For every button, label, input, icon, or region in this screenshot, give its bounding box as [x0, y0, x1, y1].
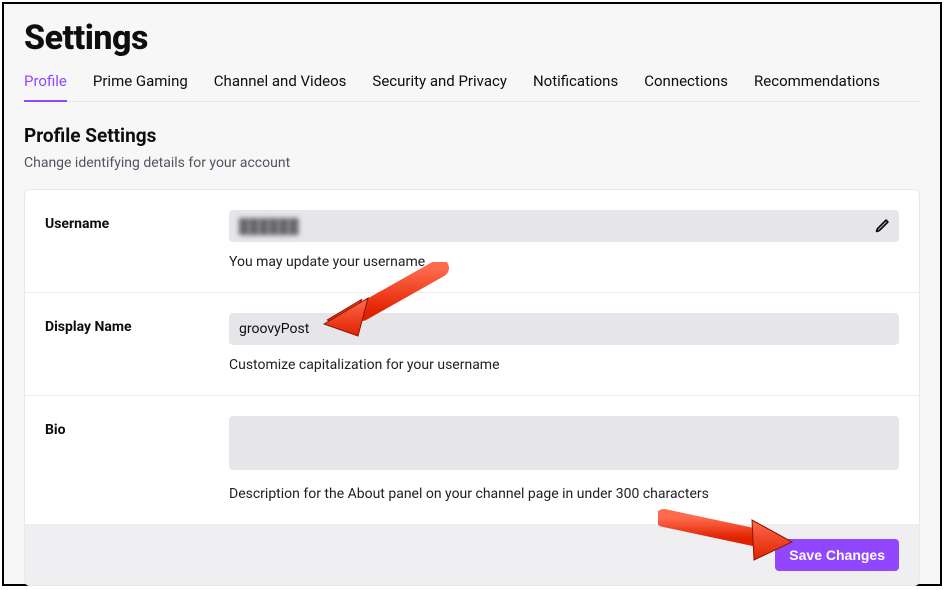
page-title: Settings: [24, 8, 920, 72]
settings-tabs: Profile Prime Gaming Channel and Videos …: [24, 72, 920, 102]
bio-input[interactable]: [229, 416, 899, 470]
label-username: Username: [45, 210, 229, 270]
display-name-input[interactable]: [229, 313, 899, 345]
section-heading: Profile Settings: [24, 124, 920, 147]
section-subtitle: Change identifying details for your acco…: [24, 155, 920, 171]
row-username: Username ██████ You may update your user…: [25, 190, 919, 293]
tab-notifications[interactable]: Notifications: [533, 72, 618, 101]
tab-profile[interactable]: Profile: [24, 72, 67, 102]
tab-prime-gaming[interactable]: Prime Gaming: [93, 72, 188, 101]
edit-username-button[interactable]: [869, 213, 895, 239]
tab-connections[interactable]: Connections: [644, 72, 728, 101]
card-footer: Save Changes: [25, 525, 919, 585]
pencil-icon: [873, 217, 891, 235]
row-bio: Bio Description for the About panel on y…: [25, 396, 919, 525]
label-display-name: Display Name: [45, 313, 229, 373]
tab-security-privacy[interactable]: Security and Privacy: [372, 72, 507, 101]
help-bio: Description for the About panel on your …: [229, 486, 899, 502]
tab-recommendations[interactable]: Recommendations: [754, 72, 880, 101]
row-display-name: Display Name Customize capitalization fo…: [25, 293, 919, 396]
label-bio: Bio: [45, 416, 229, 502]
save-button[interactable]: Save Changes: [775, 539, 899, 571]
help-username: You may update your username: [229, 254, 899, 270]
help-display-name: Customize capitalization for your userna…: [229, 357, 899, 373]
tab-channel-videos[interactable]: Channel and Videos: [214, 72, 347, 101]
profile-settings-card: Username ██████ You may update your user…: [24, 189, 920, 586]
username-input: ██████: [229, 210, 899, 242]
